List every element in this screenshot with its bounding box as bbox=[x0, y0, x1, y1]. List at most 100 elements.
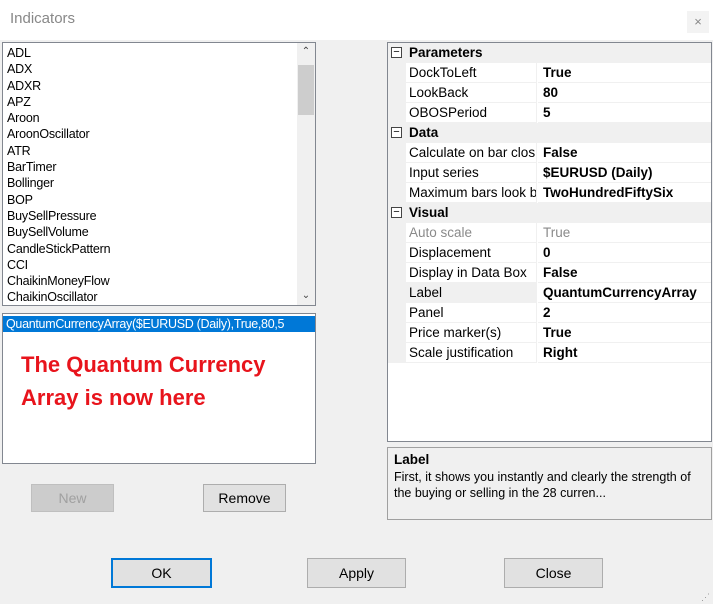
property-description-panel: Label First, it shows you instantly and … bbox=[387, 447, 712, 520]
row-gutter bbox=[388, 323, 406, 343]
property-value[interactable]: 2 bbox=[538, 303, 711, 323]
property-value[interactable]: $EURUSD (Daily) bbox=[538, 163, 711, 183]
property-name[interactable]: Display in Data Box bbox=[406, 263, 537, 283]
row-gutter bbox=[388, 83, 406, 103]
property-row[interactable]: Maximum bars look b TwoHundredFiftySix bbox=[388, 183, 711, 203]
description-title: Label bbox=[394, 452, 430, 467]
property-row[interactable]: Calculate on bar clos False bbox=[388, 143, 711, 163]
dialog-title: Indicators bbox=[10, 10, 76, 27]
close-button[interactable]: Close bbox=[504, 558, 603, 588]
property-value[interactable]: True bbox=[538, 323, 711, 343]
property-value[interactable]: False bbox=[538, 263, 711, 283]
indicator-list[interactable]: ADL ADX ADXR APZ Aroon AroonOscillator ATR BarT… bbox=[2, 42, 316, 306]
resize-grip-icon[interactable]: ⋰ bbox=[701, 592, 711, 602]
indicators-dialog: Indicators × ADL ADX ADXR APZ Aroon AroonOsci… bbox=[0, 0, 713, 604]
property-name[interactable]: Maximum bars look b bbox=[406, 183, 537, 203]
property-row[interactable]: Panel 2 bbox=[388, 303, 711, 323]
selected-indicators-list[interactable]: QuantumCurrencyArray($EURUSD (Daily),Tru… bbox=[2, 313, 316, 464]
property-row[interactable]: DockToLeft True bbox=[388, 63, 711, 83]
row-gutter bbox=[388, 163, 406, 183]
row-gutter bbox=[388, 243, 406, 263]
property-row[interactable]: Price marker(s) True bbox=[388, 323, 711, 343]
indicator-list-item[interactable]: ADL bbox=[7, 45, 110, 61]
property-row[interactable]: Input series $EURUSD (Daily) bbox=[388, 163, 711, 183]
title-bar: Indicators × bbox=[0, 0, 713, 40]
property-grid[interactable]: − Parameters DockToLeft True LookBack 80 OBOSP… bbox=[387, 42, 712, 442]
indicator-list-item[interactable]: CCI bbox=[7, 257, 110, 273]
property-value[interactable]: True bbox=[538, 223, 711, 243]
indicator-list-item[interactable]: Aroon bbox=[7, 110, 110, 126]
remove-button[interactable]: Remove bbox=[203, 484, 286, 512]
category-data[interactable]: − Data bbox=[388, 123, 711, 143]
indicator-list-item[interactable]: AroonOscillator bbox=[7, 126, 110, 142]
category-label: Parameters bbox=[409, 45, 483, 60]
indicator-list-item[interactable]: APZ bbox=[7, 94, 110, 110]
row-gutter bbox=[388, 143, 406, 163]
row-gutter bbox=[388, 303, 406, 323]
close-window-button[interactable]: × bbox=[687, 11, 709, 33]
property-row[interactable]: OBOSPeriod 5 bbox=[388, 103, 711, 123]
indicator-list-item[interactable]: CandleStickPattern bbox=[7, 241, 111, 257]
property-value[interactable]: 0 bbox=[538, 243, 711, 263]
annotation-text: The Quantum Currency Array is now here bbox=[21, 352, 266, 410]
indicator-list-scrollbar[interactable]: ⌃ ⌄ bbox=[297, 43, 315, 305]
property-row[interactable]: Label QuantumCurrencyArray bbox=[388, 283, 711, 303]
indicator-list-item[interactable]: BarTimer bbox=[7, 159, 110, 175]
close-icon: × bbox=[694, 14, 702, 29]
apply-button[interactable]: Apply bbox=[307, 558, 406, 588]
property-name[interactable]: Auto scale bbox=[406, 223, 537, 243]
scroll-down-icon[interactable]: ⌄ bbox=[297, 287, 315, 305]
indicator-list-item[interactable]: ADXR bbox=[7, 78, 110, 94]
dialog-footer: OK Apply Close ⋰ bbox=[0, 525, 713, 604]
property-value[interactable]: False bbox=[538, 143, 711, 163]
row-gutter bbox=[388, 103, 406, 123]
row-gutter bbox=[388, 343, 406, 363]
property-value[interactable]: 80 bbox=[538, 83, 711, 103]
row-gutter bbox=[388, 263, 406, 283]
category-parameters[interactable]: − Parameters bbox=[388, 43, 711, 63]
collapse-icon[interactable]: − bbox=[391, 127, 402, 138]
description-text: First, it shows you instantly and clearl… bbox=[394, 470, 691, 500]
row-gutter bbox=[388, 63, 406, 83]
indicator-list-item[interactable]: ATR bbox=[7, 143, 110, 159]
property-row[interactable]: Scale justification Right bbox=[388, 343, 711, 363]
row-gutter bbox=[388, 183, 406, 203]
property-name[interactable]: Label bbox=[406, 283, 537, 303]
property-name[interactable]: Scale justification bbox=[406, 343, 537, 363]
property-value[interactable]: QuantumCurrencyArray bbox=[538, 283, 711, 303]
collapse-icon[interactable]: − bbox=[391, 207, 402, 218]
category-label: Data bbox=[409, 125, 439, 140]
collapse-icon[interactable]: − bbox=[391, 47, 402, 58]
property-name[interactable]: Price marker(s) bbox=[406, 323, 537, 343]
row-gutter bbox=[388, 223, 406, 243]
indicator-list-item[interactable]: BuySellPressure bbox=[7, 208, 110, 224]
indicator-list-item[interactable]: BuySellVolume bbox=[7, 224, 110, 240]
selected-indicator-item[interactable]: QuantumCurrencyArray($EURUSD (Daily),Tru… bbox=[3, 316, 315, 332]
property-name[interactable]: Displacement bbox=[406, 243, 537, 263]
property-value[interactable]: Right bbox=[538, 343, 711, 363]
scroll-up-icon[interactable]: ⌃ bbox=[297, 43, 315, 61]
indicator-list-item[interactable]: ChaikinOscillator bbox=[7, 289, 110, 305]
property-name[interactable]: Calculate on bar clos bbox=[406, 143, 537, 163]
property-name[interactable]: Panel bbox=[406, 303, 537, 323]
property-value[interactable]: TwoHundredFiftySix bbox=[538, 183, 711, 203]
indicator-list-item[interactable]: Bollinger bbox=[7, 175, 110, 191]
property-name[interactable]: LookBack bbox=[406, 83, 537, 103]
property-value[interactable]: True bbox=[538, 63, 711, 83]
property-row[interactable]: LookBack 80 bbox=[388, 83, 711, 103]
property-name[interactable]: OBOSPeriod bbox=[406, 103, 537, 123]
category-label: Visual bbox=[409, 205, 449, 220]
category-visual[interactable]: − Visual bbox=[388, 203, 711, 223]
new-button[interactable]: New bbox=[31, 484, 114, 512]
property-row[interactable]: Displacement 0 bbox=[388, 243, 711, 263]
property-value[interactable]: 5 bbox=[538, 103, 711, 123]
indicator-list-item[interactable]: ADX bbox=[7, 61, 110, 77]
property-name[interactable]: DockToLeft bbox=[406, 63, 537, 83]
indicator-list-item[interactable]: BOP bbox=[7, 192, 110, 208]
property-row[interactable]: Auto scale True bbox=[388, 223, 711, 243]
property-name[interactable]: Input series bbox=[406, 163, 537, 183]
scrollbar-thumb[interactable] bbox=[298, 65, 314, 115]
indicator-list-item[interactable]: ChaikinMoneyFlow bbox=[7, 273, 110, 289]
ok-button[interactable]: OK bbox=[111, 558, 212, 588]
property-row[interactable]: Display in Data Box False bbox=[388, 263, 711, 283]
